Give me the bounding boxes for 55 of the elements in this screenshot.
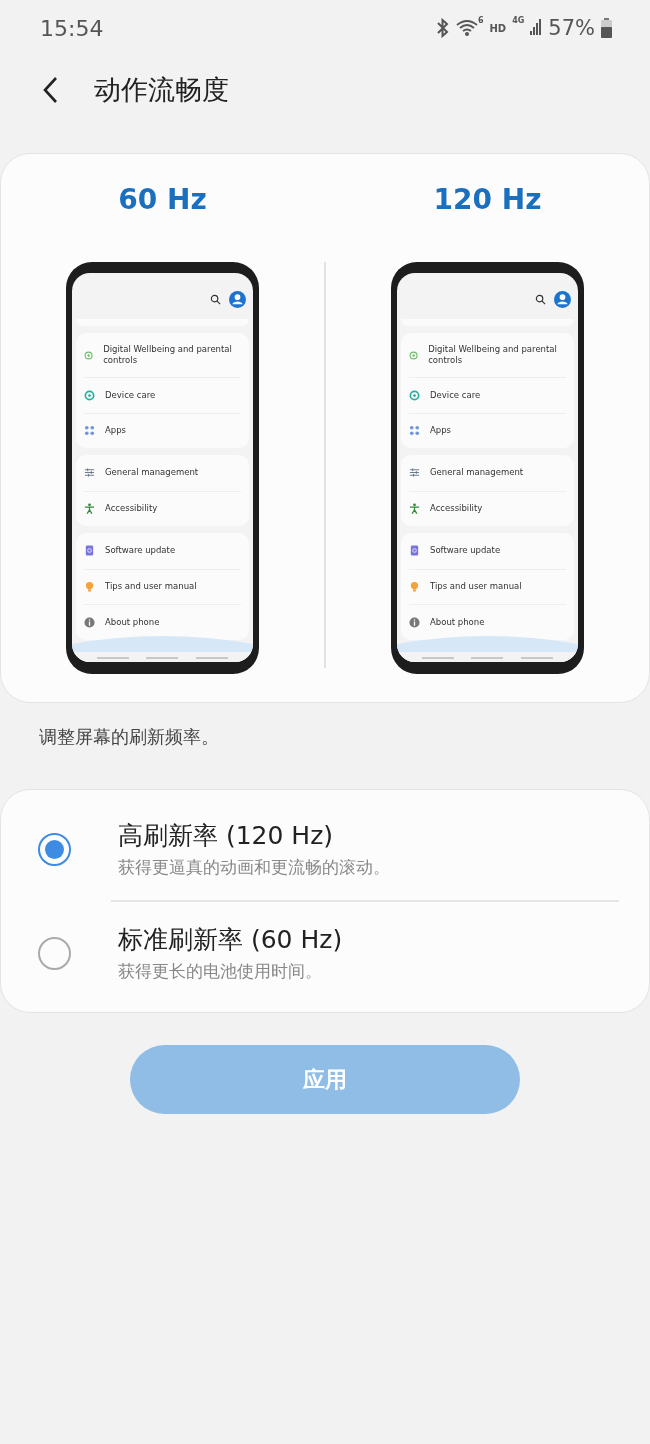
description-text: 调整屏幕的刷新频率。 <box>39 725 220 749</box>
option-subtitle: 获得更长的电池使用时间。 <box>118 960 323 983</box>
battery-percent: 57% <box>548 16 595 40</box>
refresh-icon <box>84 389 95 401</box>
battery-icon <box>601 18 612 38</box>
settings-item: Software update <box>105 545 176 557</box>
search-icon <box>210 293 221 305</box>
settings-item: Device care <box>430 389 481 401</box>
signal-icon <box>530 19 543 37</box>
option-title: 高刷新率 (120 Hz) <box>118 820 335 852</box>
settings-item: Digital Wellbeing and parental controls <box>428 344 558 366</box>
settings-item: Device care <box>105 389 156 401</box>
settings-item: General management <box>430 467 524 479</box>
person-icon <box>84 503 95 515</box>
wifi-icon <box>455 19 478 37</box>
wifi-label: 6 <box>477 16 484 25</box>
settings-item: About phone <box>105 616 160 628</box>
radio-button[interactable] <box>38 832 71 866</box>
grid-icon <box>84 425 95 437</box>
settings-item: Tips and user manual <box>430 581 522 593</box>
network-label: 4G <box>512 16 525 25</box>
settings-item: About phone <box>430 616 485 628</box>
option-subtitle: 获得更逼真的动画和更流畅的滚动。 <box>118 856 390 879</box>
radio-button[interactable] <box>38 936 71 970</box>
refresh-rate-label: 60 Hz <box>118 182 207 218</box>
refresh-icon <box>409 389 420 401</box>
sliders-icon <box>409 467 420 479</box>
grid-icon <box>409 425 420 437</box>
sliders-icon <box>84 467 95 479</box>
option-title: 标准刷新率 (60 Hz) <box>118 924 343 956</box>
bulb-icon <box>409 581 420 593</box>
search-icon <box>535 293 546 305</box>
settings-item: Software update <box>430 545 501 557</box>
settings-item: Accessibility <box>105 503 158 515</box>
avatar-icon <box>554 290 571 308</box>
hd-label: HD <box>489 22 507 34</box>
settings-item: Apps <box>430 425 452 437</box>
bluetooth-icon <box>435 18 450 38</box>
settings-item: General management <box>105 467 199 479</box>
avatar-icon <box>229 290 246 308</box>
refresh-rate-label: 120 Hz <box>433 182 542 218</box>
wellbeing-icon <box>84 349 94 361</box>
update-icon <box>409 545 420 557</box>
info-icon <box>84 616 95 628</box>
settings-item: Digital Wellbeing and parental controls <box>103 344 233 366</box>
info-icon <box>409 616 420 628</box>
status-time: 15:54 <box>40 15 105 41</box>
settings-item: Tips and user manual <box>105 581 197 593</box>
update-icon <box>84 545 95 557</box>
page-title: 动作流畅度 <box>94 73 229 107</box>
settings-item: Apps <box>105 425 127 437</box>
person-icon <box>409 503 420 515</box>
wellbeing-icon <box>409 349 419 361</box>
bulb-icon <box>84 581 95 593</box>
settings-item: Accessibility <box>430 503 483 515</box>
